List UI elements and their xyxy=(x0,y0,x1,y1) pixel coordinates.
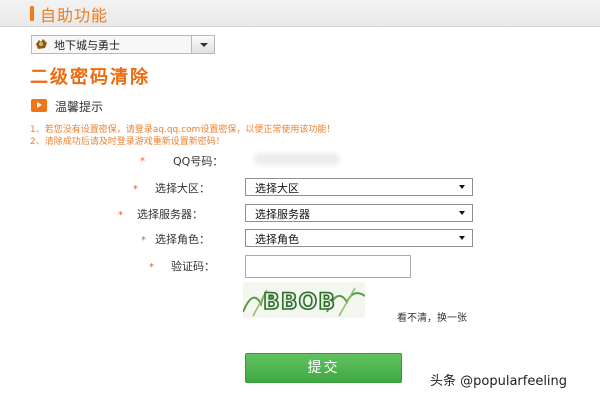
chevron-down-icon[interactable] xyxy=(191,36,214,53)
chevron-down-icon xyxy=(459,185,465,189)
server-select-value: 选择服务器 xyxy=(255,208,310,221)
qq-label: QQ号码： xyxy=(173,155,224,168)
region-label: 选择大区： xyxy=(155,182,210,195)
tips-title: 温馨提示 xyxy=(55,100,104,114)
role-select-value: 选择角色 xyxy=(255,233,299,246)
required-star: * xyxy=(118,210,123,221)
region-select-value: 选择大区 xyxy=(255,182,299,195)
captcha-text: BBOB xyxy=(263,290,336,315)
game-logo-icon xyxy=(36,39,47,49)
required-star: * xyxy=(140,156,145,167)
chevron-down-icon xyxy=(459,236,465,240)
tip-line: 2、清除成功后请及时登录游戏重新设置新密码！ xyxy=(30,137,225,147)
play-icon xyxy=(31,99,47,112)
region-select[interactable]: 选择大区 xyxy=(245,178,473,196)
watermark: 头条 @popularfeeling xyxy=(430,374,568,389)
game-selector[interactable]: 地下城与勇士 xyxy=(31,35,215,54)
role-label: 选择角色： xyxy=(155,233,210,246)
refresh-captcha-link[interactable]: 看不清，换一张 xyxy=(397,309,467,324)
chevron-down-icon xyxy=(459,211,465,215)
game-selector-label: 地下城与勇士 xyxy=(54,39,120,52)
qq-number-value xyxy=(254,153,340,165)
captcha-input[interactable] xyxy=(245,255,411,278)
server-label: 选择服务器： xyxy=(137,208,203,221)
role-select[interactable]: 选择角色 xyxy=(245,229,473,247)
submit-button[interactable]: 提交 xyxy=(245,353,402,383)
captcha-label: 验证码： xyxy=(171,260,215,273)
page-title: 二级密码清除 xyxy=(30,67,150,88)
required-star: * xyxy=(141,235,146,246)
header-accent-bar xyxy=(30,6,34,21)
required-star: * xyxy=(149,262,154,273)
captcha-image[interactable]: BBOB xyxy=(243,282,365,318)
header-title: 自助功能 xyxy=(40,6,109,25)
server-select[interactable]: 选择服务器 xyxy=(245,204,473,222)
required-star: * xyxy=(133,184,138,195)
